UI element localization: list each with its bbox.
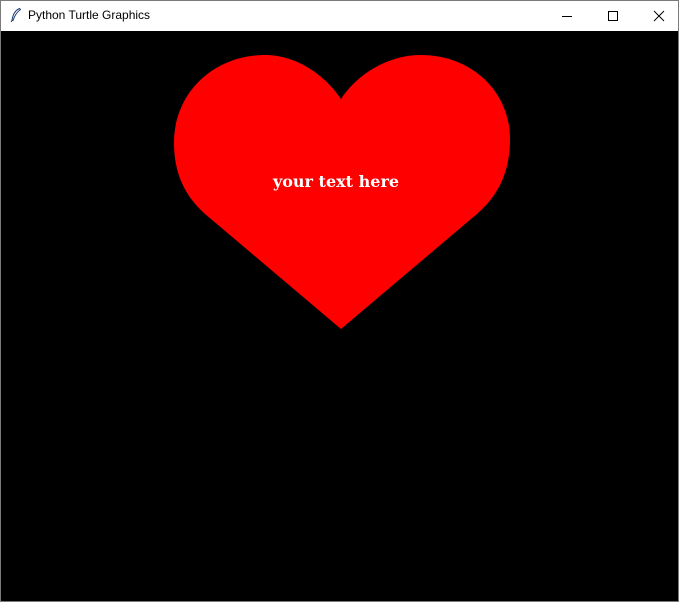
heart-text: your text here: [272, 172, 399, 191]
canvas-drawing: your text here: [174, 54, 510, 329]
turtle-canvas[interactable]: your text here: [1, 31, 678, 601]
heart-shape: [174, 54, 510, 329]
close-button[interactable]: [636, 1, 679, 31]
minimize-button[interactable]: [544, 1, 590, 31]
minimize-icon: [562, 16, 572, 17]
maximize-icon: [608, 11, 618, 21]
close-icon: [653, 10, 665, 22]
maximize-button[interactable]: [590, 1, 636, 31]
title-bar[interactable]: Python Turtle Graphics: [1, 1, 678, 31]
window-title: Python Turtle Graphics: [28, 8, 151, 22]
turtle-window: Python Turtle Graphics your text here: [0, 0, 679, 602]
feather-app-icon: [10, 7, 22, 23]
